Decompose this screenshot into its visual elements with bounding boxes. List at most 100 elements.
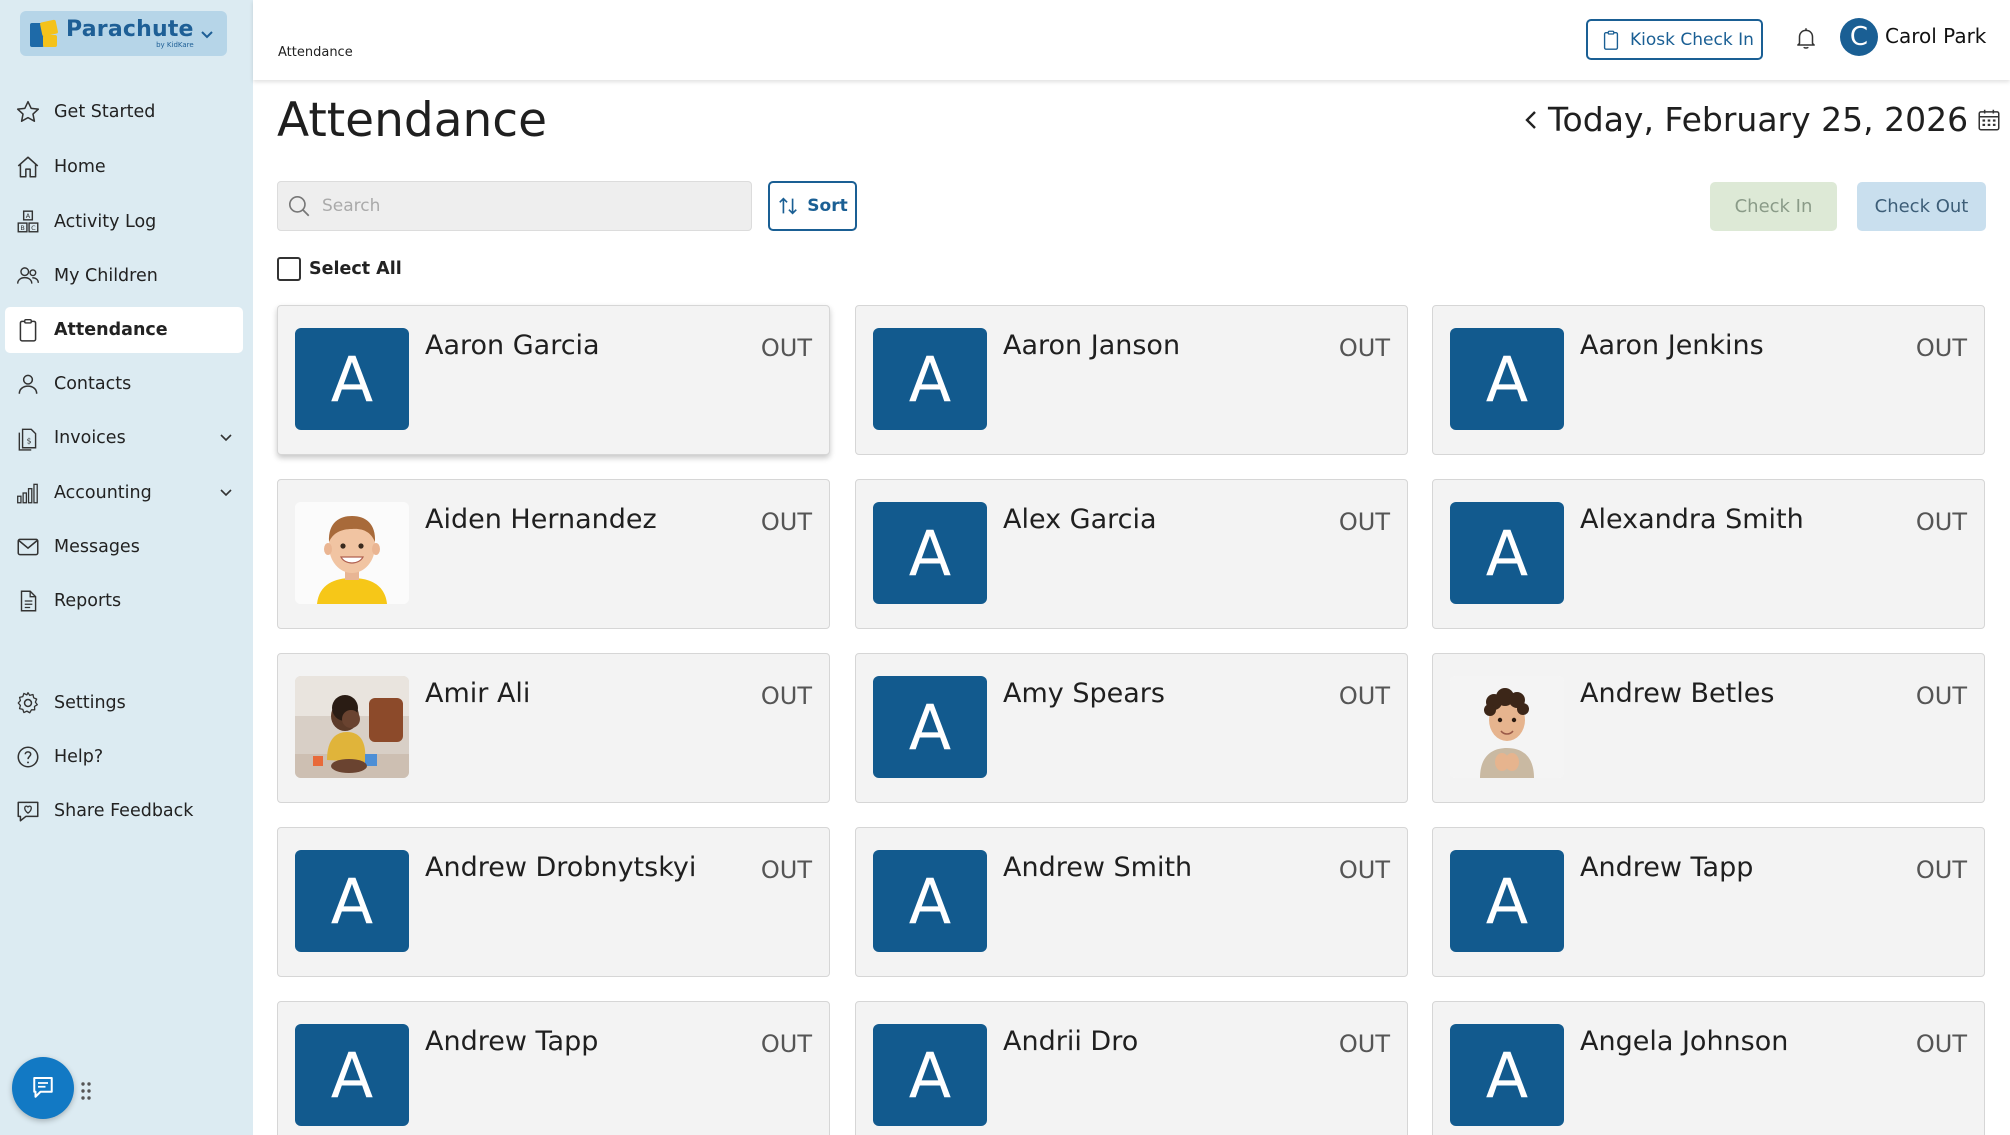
sidebar-item-home[interactable]: Home	[5, 144, 243, 190]
child-name: Aaron Jenkins	[1580, 330, 1764, 361]
attendance-status: OUT	[1338, 682, 1390, 710]
toddler-curly-hair-photo	[1450, 676, 1564, 778]
clipboard-icon	[1603, 30, 1619, 50]
child-card[interactable]: A Andrew Tapp OUT	[1432, 827, 1985, 977]
sidebar-item-label: Share Feedback	[54, 801, 194, 821]
child-avatar: A	[873, 850, 987, 952]
feedback-icon	[14, 797, 42, 825]
child-card[interactable]: A Alex Garcia OUT	[855, 479, 1408, 629]
sidebar-item-label: Settings	[54, 693, 126, 713]
child-card[interactable]: A Aaron Garcia OUT	[277, 305, 830, 455]
sort-button[interactable]: Sort	[768, 181, 857, 231]
child-avatar: A	[873, 502, 987, 604]
child-card[interactable]: Aiden Hernandez OUT	[277, 479, 830, 629]
child-name: Amir Ali	[425, 678, 531, 709]
child-name: Amy Spears	[1003, 678, 1165, 709]
child-name: Alex Garcia	[1003, 504, 1157, 535]
sidebar-item-contacts[interactable]: Contacts	[5, 361, 243, 407]
drag-handle-icon[interactable]	[79, 1080, 93, 1102]
child-card[interactable]: A Amy Spears OUT	[855, 653, 1408, 803]
calendar-icon[interactable]	[1976, 107, 2002, 133]
child-card[interactable]: A Andrew Drobnytskyi OUT	[277, 827, 830, 977]
brand-name: Parachute	[66, 16, 194, 42]
sidebar: Parachute by KidKare Get Started Home AB…	[0, 0, 253, 1135]
child-photo	[295, 502, 409, 604]
child-photo	[295, 676, 409, 778]
child-card[interactable]: Amir Ali OUT	[277, 653, 830, 803]
bell-icon[interactable]	[1793, 24, 1819, 52]
sidebar-item-get-started[interactable]: Get Started	[5, 89, 243, 135]
check-out-button[interactable]: Check Out	[1857, 182, 1986, 231]
chevron-left-icon[interactable]	[1520, 107, 1542, 133]
sidebar-item-settings[interactable]: Settings	[5, 680, 243, 726]
abc-blocks-icon: ABC	[14, 208, 42, 236]
sidebar-item-my-children[interactable]: My Children	[5, 253, 243, 299]
attendance-status: OUT	[760, 1030, 812, 1058]
chevron-down-icon[interactable]	[219, 485, 233, 499]
brand-switcher[interactable]: Parachute by KidKare	[20, 11, 227, 56]
sidebar-item-label: Attendance	[54, 320, 168, 340]
sidebar-item-activity-log[interactable]: ABC Activity Log	[5, 199, 243, 245]
attendance-status: OUT	[760, 508, 812, 536]
attendance-status: OUT	[1338, 1030, 1390, 1058]
child-card[interactable]: Andrew Betles OUT	[1432, 653, 1985, 803]
select-all-label: Select All	[309, 259, 402, 279]
attendance-status: OUT	[1915, 1030, 1967, 1058]
kiosk-check-in-label: Kiosk Check In	[1630, 29, 1754, 50]
invoice-icon: $	[14, 424, 42, 452]
child-avatar: A	[873, 676, 987, 778]
child-photo	[1450, 676, 1564, 778]
check-in-button[interactable]: Check In	[1710, 182, 1837, 231]
bar-chart-icon	[14, 479, 42, 507]
chat-button[interactable]	[12, 1057, 74, 1119]
child-name: Andrew Betles	[1580, 678, 1775, 709]
child-name: Andrew Smith	[1003, 852, 1193, 883]
child-card[interactable]: A Andrii Dro OUT	[855, 1001, 1408, 1135]
chevron-down-icon[interactable]	[219, 430, 233, 444]
child-name: Andrew Tapp	[425, 1026, 599, 1057]
child-card[interactable]: A Alexandra Smith OUT	[1432, 479, 1985, 629]
child-avatar: A	[1450, 850, 1564, 952]
sidebar-item-accounting[interactable]: Accounting	[5, 470, 243, 516]
toddler-playing-photo	[295, 676, 409, 778]
select-all-checkbox[interactable]: Select All	[277, 257, 402, 281]
svg-text:C: C	[31, 224, 36, 232]
sidebar-item-label: Get Started	[54, 102, 156, 122]
chevron-down-icon	[200, 30, 213, 38]
child-card[interactable]: A Angela Johnson OUT	[1432, 1001, 1985, 1135]
attendance-status: OUT	[760, 682, 812, 710]
sort-label: Sort	[807, 196, 848, 216]
chat-icon	[33, 1077, 53, 1098]
sort-icon	[779, 197, 798, 215]
parachute-logo-icon	[28, 18, 62, 49]
attendance-status: OUT	[1338, 856, 1390, 884]
sidebar-item-share-feedback[interactable]: Share Feedback	[5, 788, 243, 834]
breadcrumb[interactable]: Attendance	[278, 45, 353, 60]
sidebar-item-attendance[interactable]: Attendance	[5, 307, 243, 353]
avatar[interactable]: C	[1840, 18, 1878, 56]
search-icon	[288, 195, 310, 217]
help-icon	[14, 743, 42, 771]
search-box	[277, 181, 752, 231]
child-card[interactable]: A Andrew Tapp OUT	[277, 1001, 830, 1135]
sidebar-item-help[interactable]: Help?	[5, 734, 243, 780]
sidebar-item-label: Reports	[54, 591, 122, 611]
top-bar: Attendance Kiosk Check In C Carol Park	[253, 0, 2010, 80]
child-card[interactable]: A Aaron Jenkins OUT	[1432, 305, 1985, 455]
child-card[interactable]: A Aaron Janson OUT	[855, 305, 1408, 455]
sidebar-item-messages[interactable]: Messages	[5, 524, 243, 570]
document-icon	[14, 587, 42, 615]
sidebar-item-invoices[interactable]: $ Invoices	[5, 415, 243, 461]
kiosk-check-in-button[interactable]: Kiosk Check In	[1586, 19, 1763, 60]
child-name: Aaron Janson	[1003, 330, 1181, 361]
child-card[interactable]: A Andrew Smith OUT	[855, 827, 1408, 977]
checkbox[interactable]	[277, 257, 301, 281]
sidebar-item-label: Activity Log	[54, 212, 157, 232]
sidebar-item-reports[interactable]: Reports	[5, 578, 243, 624]
child-name: Angela Johnson	[1580, 1026, 1789, 1057]
brand-byline: by KidKare	[156, 40, 194, 49]
user-name[interactable]: Carol Park	[1885, 24, 1986, 48]
search-input[interactable]	[322, 196, 722, 216]
sidebar-item-label: Invoices	[54, 428, 126, 448]
home-icon	[14, 153, 42, 181]
